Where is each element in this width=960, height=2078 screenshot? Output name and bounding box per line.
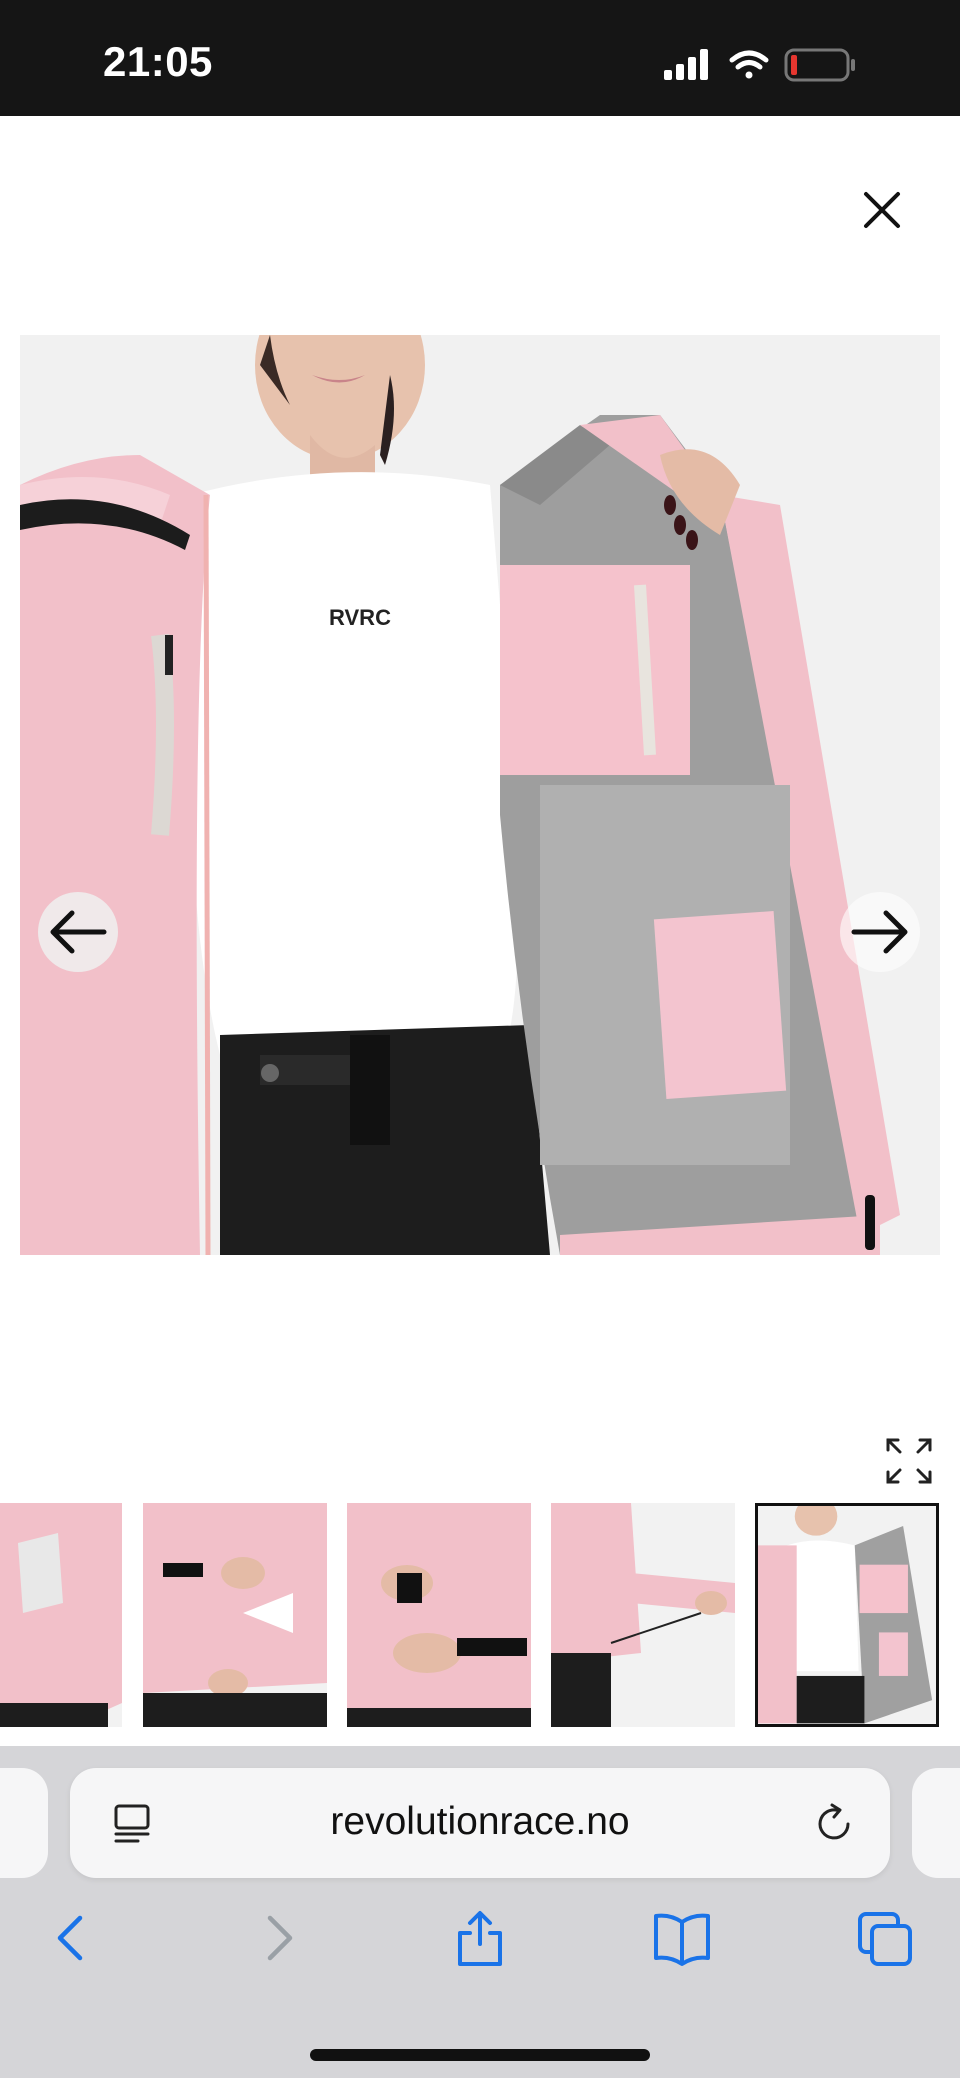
- thumbnail-2[interactable]: [143, 1503, 327, 1727]
- thumbnail-4[interactable]: [551, 1503, 735, 1727]
- previous-tab-preview[interactable]: [0, 1768, 48, 1878]
- shirt-logo: RVRC: [329, 605, 391, 630]
- tabs-icon[interactable]: [856, 1908, 916, 1968]
- close-icon[interactable]: [858, 186, 906, 234]
- jacket-illustration: RVRC: [20, 335, 940, 1255]
- home-indicator: [310, 2049, 650, 2061]
- share-icon[interactable]: [450, 1908, 510, 1968]
- forward-icon: [267, 1915, 293, 1961]
- battery-low-icon: [784, 48, 855, 82]
- wifi-icon: [729, 50, 769, 79]
- url-text[interactable]: revolutionrace.no: [70, 1800, 890, 1844]
- arrow-left-icon: [50, 910, 107, 954]
- status-icons: [664, 48, 855, 82]
- thumbnail-3[interactable]: [347, 1503, 531, 1727]
- product-image: RVRC: [20, 335, 940, 1255]
- status-bar: 21:05: [0, 0, 960, 116]
- reload-icon[interactable]: [812, 1802, 856, 1846]
- prev-image-button[interactable]: [38, 892, 118, 972]
- signal-icon: [664, 49, 708, 80]
- address-bar[interactable]: revolutionrace.no: [70, 1768, 890, 1878]
- thumbnail-strip: [0, 1503, 960, 1729]
- status-time: 21:05: [103, 38, 213, 85]
- next-tab-preview[interactable]: [912, 1768, 960, 1878]
- arrow-right-icon: [851, 910, 908, 954]
- back-icon[interactable]: [42, 1908, 102, 1968]
- thumbnail-1[interactable]: [0, 1503, 122, 1727]
- browser-toolbar: revolutionrace.no: [0, 1746, 960, 2078]
- bookmarks-icon[interactable]: [652, 1908, 712, 1968]
- next-image-button[interactable]: [840, 892, 920, 972]
- thumbnail-5[interactable]: [755, 1503, 939, 1727]
- expand-icon[interactable]: [884, 1436, 934, 1486]
